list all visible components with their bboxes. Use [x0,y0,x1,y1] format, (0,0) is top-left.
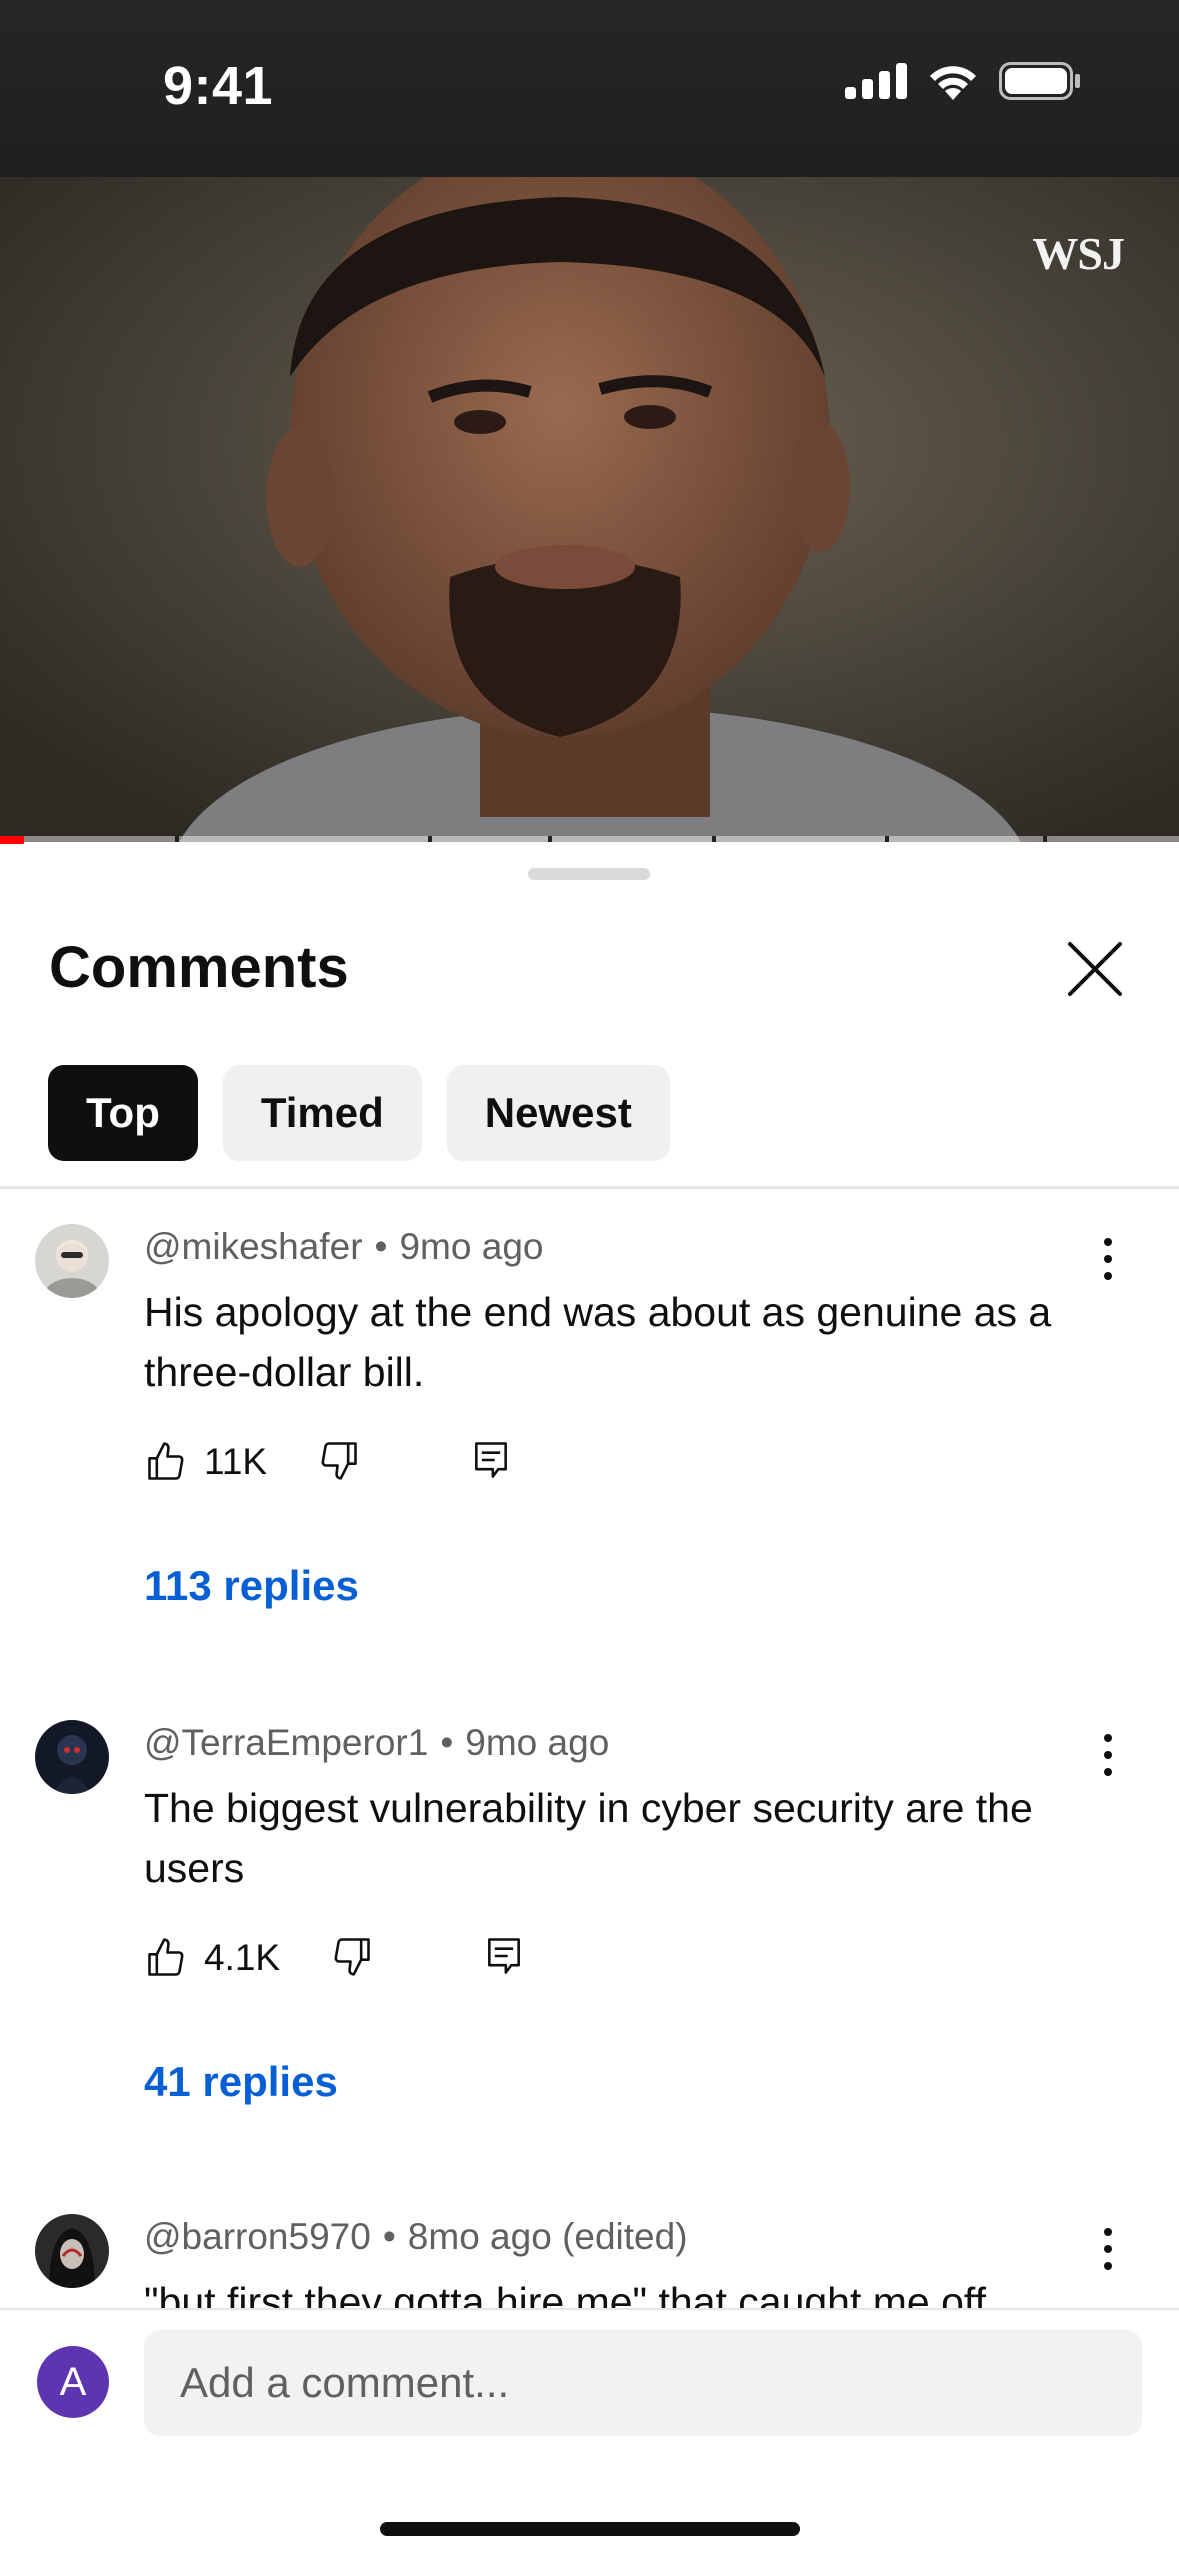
comment-meta: @barron5970 • 8mo ago (edited) [144,2216,688,2258]
more-options-dot [1104,1255,1112,1263]
avatar-image [35,1224,109,1298]
avatar-image [35,1720,109,1794]
add-comment-input[interactable] [144,2330,1142,2436]
thumbs-down-icon [334,1937,370,1976]
comment-meta: @mikeshafer • 9mo ago [144,1226,543,1268]
wifi-icon [930,66,976,100]
more-options-dot [1104,2262,1112,2270]
separator-dot: • [374,1226,388,1267]
more-options-icon [1104,1734,1112,1742]
status-bar: 9:41 [0,0,1179,177]
more-options-button[interactable] [1096,1238,1120,1298]
comment-composer: A [0,2308,1179,2558]
avatar[interactable] [35,1720,109,1794]
tab-newest[interactable]: Newest [446,1065,670,1161]
avatar[interactable] [35,2214,109,2288]
reply-button[interactable] [482,1934,526,1983]
like-count: 11K [204,1441,268,1482]
more-options-dot [1104,1768,1112,1776]
avatar[interactable] [35,1224,109,1298]
drag-handle[interactable] [528,868,650,880]
comment-text: The biggest vulnerability in cyber secur… [144,1785,1033,1891]
more-options-button[interactable] [1096,1734,1120,1794]
more-options-icon [1104,1238,1112,1246]
progress-fill [0,836,24,844]
tab-timed[interactable]: Timed [222,1065,422,1161]
dislike-button[interactable] [317,1438,361,1487]
comments-title: Comments [49,935,349,1000]
comments-sheet: Comments Top Timed Newest @mikeshafer • 9m… [0,842,1179,2556]
reply-comment-icon [475,1441,508,1478]
divider [0,1186,1179,1189]
comment-text: His apology at the end was about as genu… [144,1289,1052,1395]
comment-author[interactable]: @barron5970 [144,2216,371,2257]
thumbs-up-icon [148,1442,184,1480]
sort-tabs: Top Timed Newest [48,1065,670,1161]
like-count: 4.1K [204,1937,281,1978]
more-options-dot [1104,1751,1112,1759]
comment-meta: @TerraEmperor1 • 9mo ago [144,1722,609,1764]
close-icon [1068,942,1122,996]
battery-icon [999,62,1080,100]
comment-text: "but first they gotta hire me" that caug… [144,2279,986,2308]
separator-dot: • [440,1722,454,1763]
comment-age: 9mo ago [465,1722,610,1763]
tab-top[interactable]: Top [48,1065,198,1161]
thumbs-down-icon [321,1441,357,1480]
view-replies-link[interactable]: 41 replies [144,2058,338,2106]
more-options-dot [1104,1272,1112,1280]
thumbs-up-icon [148,1938,184,1976]
avatar-image [35,2214,109,2288]
like-button[interactable]: 4.1K [144,1936,280,1980]
comment-actions: 4.1K [144,1930,526,1986]
comment-actions: 11K [144,1434,513,1490]
home-indicator[interactable] [380,2522,800,2536]
more-options-icon [1104,2228,1112,2236]
comment-item: @barron5970 • 8mo ago (edited) "but first … [0,2214,1179,2308]
wsj-watermark: WSJ [1032,228,1125,279]
status-icons [845,62,1081,100]
close-button[interactable] [1064,938,1126,1000]
comment-age: 8mo ago (edited) [407,2216,688,2257]
comment-age: 9mo ago [399,1226,544,1267]
dislike-button[interactable] [330,1934,374,1983]
view-replies-link[interactable]: 113 replies [144,1562,359,1610]
comment-author[interactable]: @TerraEmperor1 [144,1722,428,1763]
reply-comment-icon [488,1937,521,1974]
like-button[interactable]: 11K [144,1440,267,1484]
separator-dot: • [382,2216,396,2257]
video-player[interactable]: WSJ [0,177,1179,842]
comment-author[interactable]: @mikeshafer [144,1226,363,1267]
reply-button[interactable] [469,1438,513,1487]
cellular-signal-icon [845,63,907,99]
more-options-dot [1104,2245,1112,2253]
status-time: 9:41 [163,56,274,116]
video-frame-person [0,177,1179,842]
user-avatar[interactable]: A [37,2346,109,2418]
